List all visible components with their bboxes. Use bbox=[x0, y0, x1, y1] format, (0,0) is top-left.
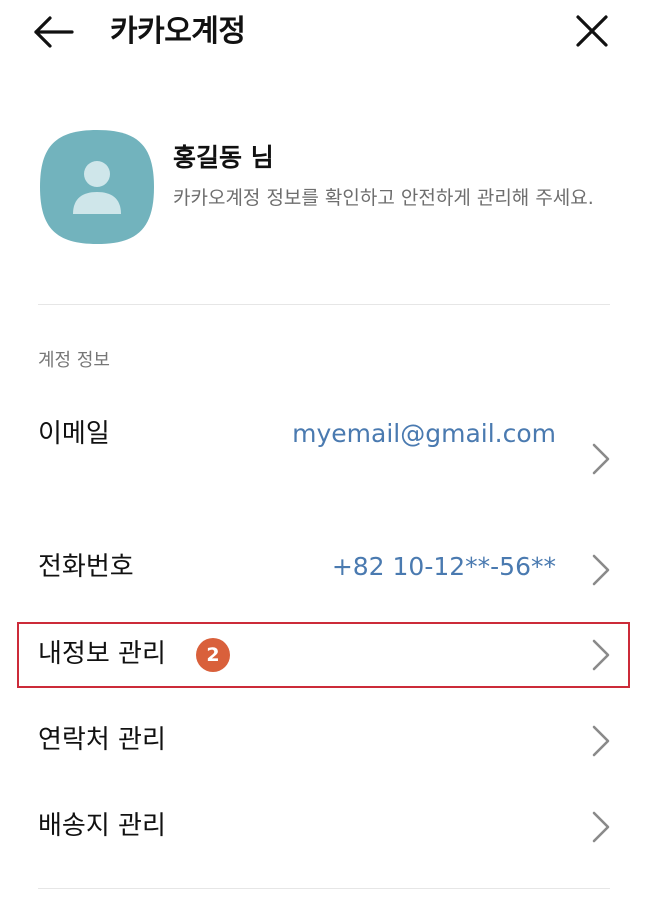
my-info-label: 내정보 관리 bbox=[38, 639, 166, 669]
chevron-right-icon bbox=[592, 725, 610, 757]
contacts-row[interactable]: 연락처 관리 bbox=[18, 712, 632, 768]
contacts-label: 연락처 관리 bbox=[38, 725, 166, 755]
notification-badge: 2 bbox=[196, 638, 230, 672]
email-value: myemail@gmail.com bbox=[292, 419, 556, 448]
profile-card: 홍길동 님 카카오계정 정보를 확인하고 안전하게 관리해 주세요. bbox=[38, 128, 618, 248]
divider bbox=[38, 888, 610, 889]
close-button[interactable] bbox=[570, 12, 614, 52]
section-label: 계정 정보 bbox=[38, 350, 110, 371]
top-bar: 카카오계정 bbox=[0, 0, 648, 70]
shipping-address-label: 배송지 관리 bbox=[38, 811, 166, 841]
user-name: 홍길동 님 bbox=[173, 143, 274, 172]
arrow-left-icon bbox=[34, 16, 74, 48]
chevron-right-icon bbox=[592, 811, 610, 843]
chevron-right-icon bbox=[592, 443, 610, 475]
divider bbox=[38, 304, 610, 305]
email-row[interactable]: 이메일 myemail@gmail.com bbox=[18, 410, 632, 500]
chevron-right-icon bbox=[592, 554, 610, 586]
person-avatar-icon bbox=[40, 130, 154, 244]
page-title: 카카오계정 bbox=[110, 14, 246, 49]
email-label: 이메일 bbox=[38, 419, 110, 449]
my-info-row[interactable]: 내정보 관리 2 bbox=[18, 624, 632, 686]
close-icon bbox=[576, 15, 608, 47]
shipping-address-row[interactable]: 배송지 관리 bbox=[18, 798, 632, 854]
phone-value: +82 10-12**-56** bbox=[331, 552, 556, 581]
profile-description: 카카오계정 정보를 확인하고 안전하게 관리해 주세요. bbox=[173, 187, 594, 209]
phone-row[interactable]: 전화번호 +82 10-12**-56** bbox=[18, 545, 632, 597]
chevron-right-icon bbox=[592, 639, 610, 671]
back-button[interactable] bbox=[30, 12, 78, 52]
avatar[interactable] bbox=[38, 128, 156, 246]
phone-label: 전화번호 bbox=[38, 552, 134, 582]
